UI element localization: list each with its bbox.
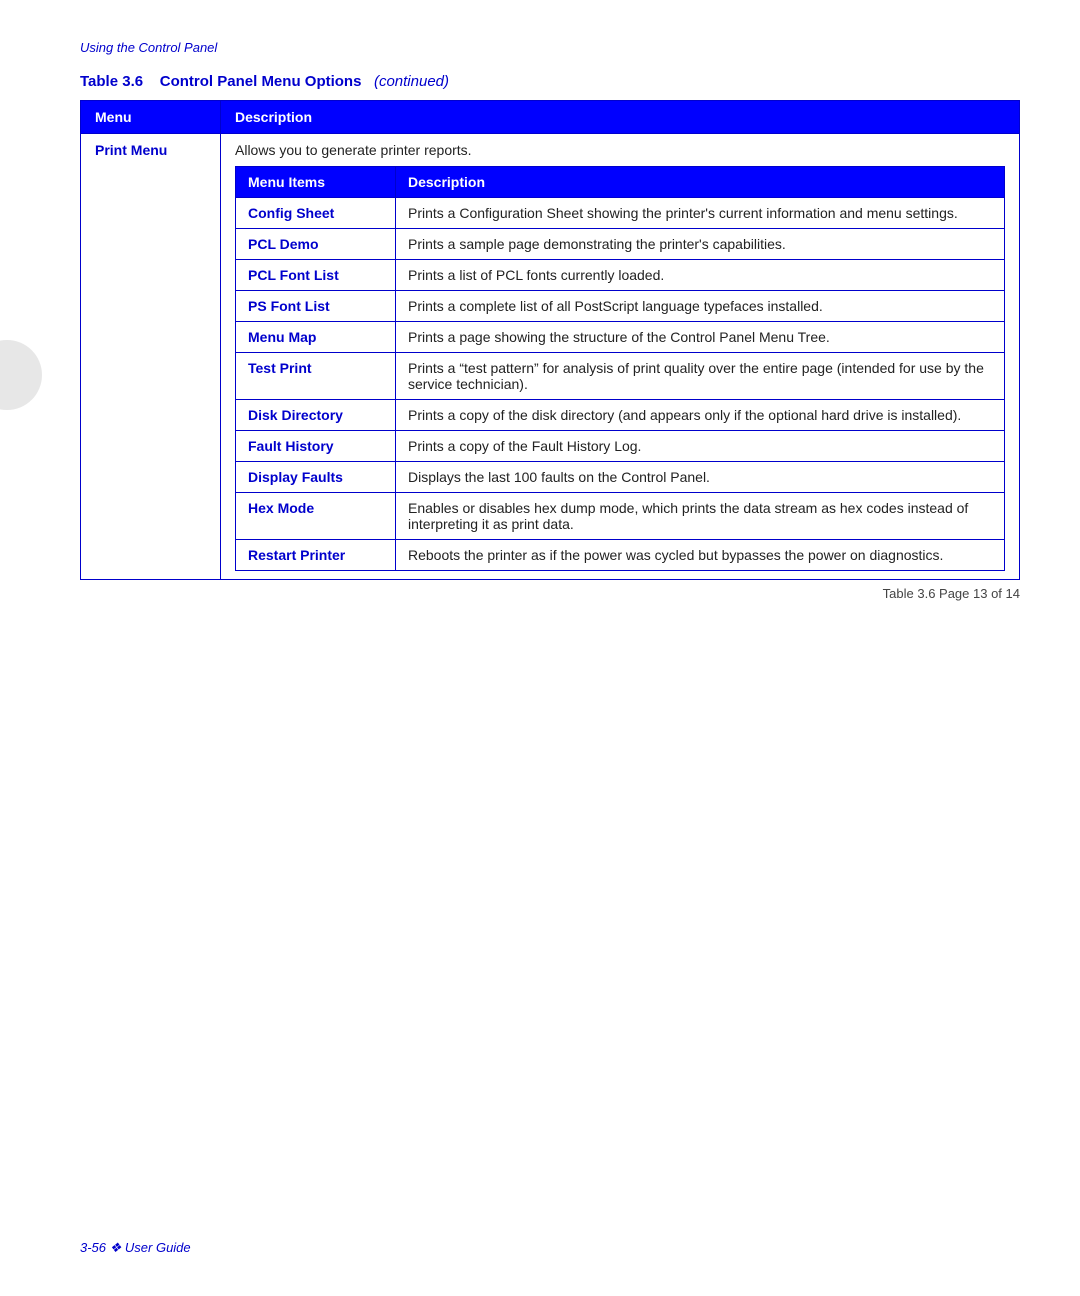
menu-item-name: PS Font List bbox=[236, 291, 396, 322]
inner-table: Menu Items Description Config SheetPrint… bbox=[235, 166, 1005, 571]
main-col-description: Description bbox=[221, 101, 1020, 134]
menu-item-description: Prints a page showing the structure of t… bbox=[396, 322, 1005, 353]
menu-item-description: Prints a Configuration Sheet showing the… bbox=[396, 198, 1005, 229]
menu-item-description: Prints a copy of the Fault History Log. bbox=[396, 431, 1005, 462]
menu-item-name: Hex Mode bbox=[236, 493, 396, 540]
table-row: Test PrintPrints a “test pattern” for an… bbox=[236, 353, 1005, 400]
table-row: Display FaultsDisplays the last 100 faul… bbox=[236, 462, 1005, 493]
print-menu-label: Print Menu bbox=[81, 134, 221, 580]
table-row: Restart PrinterReboots the printer as if… bbox=[236, 540, 1005, 571]
page-number: 3-56 ❖ User Guide bbox=[80, 1240, 191, 1256]
breadcrumb: Using the Control Panel bbox=[80, 40, 1020, 55]
main-table: Menu Description Print Menu Allows you t… bbox=[80, 100, 1020, 580]
menu-item-description: Prints a list of PCL fonts currently loa… bbox=[396, 260, 1005, 291]
table-row: PCL Font ListPrints a list of PCL fonts … bbox=[236, 260, 1005, 291]
menu-item-description: Enables or disables hex dump mode, which… bbox=[396, 493, 1005, 540]
table-row: PS Font ListPrints a complete list of al… bbox=[236, 291, 1005, 322]
decorative-circle bbox=[0, 340, 42, 410]
menu-item-name: Test Print bbox=[236, 353, 396, 400]
menu-item-description: Displays the last 100 faults on the Cont… bbox=[396, 462, 1005, 493]
print-menu-intro: Allows you to generate printer reports. bbox=[235, 142, 1005, 158]
menu-item-name: Restart Printer bbox=[236, 540, 396, 571]
menu-item-name: Disk Directory bbox=[236, 400, 396, 431]
menu-item-description: Prints a sample page demonstrating the p… bbox=[396, 229, 1005, 260]
table-row: Fault HistoryPrints a copy of the Fault … bbox=[236, 431, 1005, 462]
menu-item-description: Prints a copy of the disk directory (and… bbox=[396, 400, 1005, 431]
table-row: PCL DemoPrints a sample page demonstrati… bbox=[236, 229, 1005, 260]
menu-item-name: Config Sheet bbox=[236, 198, 396, 229]
menu-item-description: Prints a complete list of all PostScript… bbox=[396, 291, 1005, 322]
print-menu-row: Print Menu Allows you to generate printe… bbox=[81, 134, 1020, 580]
table-row: Hex ModeEnables or disables hex dump mod… bbox=[236, 493, 1005, 540]
table-row: Config SheetPrints a Configuration Sheet… bbox=[236, 198, 1005, 229]
menu-item-name: Fault History bbox=[236, 431, 396, 462]
menu-item-description: Prints a “test pattern” for analysis of … bbox=[396, 353, 1005, 400]
footer-note: Table 3.6 Page 13 of 14 bbox=[80, 586, 1020, 601]
inner-col-menu-items: Menu Items bbox=[236, 167, 396, 198]
table-name: Control Panel Menu Options bbox=[160, 73, 362, 90]
main-col-menu: Menu bbox=[81, 101, 221, 134]
table-row: Disk DirectoryPrints a copy of the disk … bbox=[236, 400, 1005, 431]
menu-item-description: Reboots the printer as if the power was … bbox=[396, 540, 1005, 571]
table-title: Table 3.6 Control Panel Menu Options (co… bbox=[80, 73, 1020, 90]
inner-col-description: Description bbox=[396, 167, 1005, 198]
menu-item-name: PCL Demo bbox=[236, 229, 396, 260]
table-label: Table 3.6 bbox=[80, 73, 143, 90]
print-menu-description-cell: Allows you to generate printer reports. … bbox=[221, 134, 1020, 580]
table-row: Menu MapPrints a page showing the struct… bbox=[236, 322, 1005, 353]
menu-item-name: PCL Font List bbox=[236, 260, 396, 291]
menu-item-name: Display Faults bbox=[236, 462, 396, 493]
menu-item-name: Menu Map bbox=[236, 322, 396, 353]
table-continued: (continued) bbox=[374, 73, 449, 90]
